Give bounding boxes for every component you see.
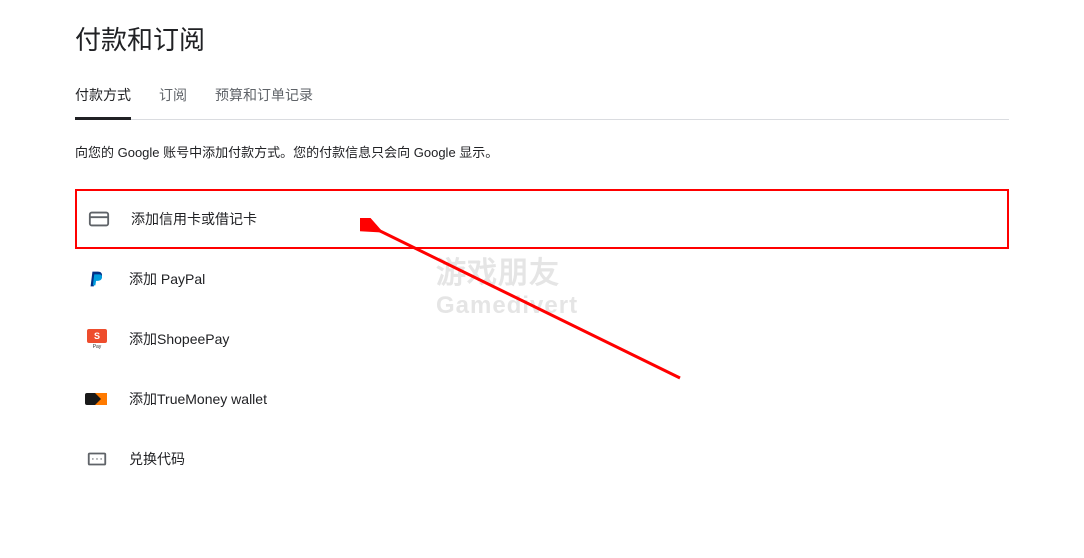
credit-card-icon — [87, 207, 111, 231]
tab-subscriptions[interactable]: 订阅 — [159, 85, 187, 119]
shopeepay-icon: S Pay — [85, 327, 109, 351]
option-add-credit-card[interactable]: 添加信用卡或借记卡 — [75, 189, 1009, 249]
option-label: 添加 PayPal — [129, 269, 205, 289]
option-label: 添加信用卡或借记卡 — [131, 209, 257, 229]
paypal-icon — [85, 267, 109, 291]
svg-text:Pay: Pay — [93, 344, 102, 349]
payment-description: 向您的 Google 账号中添加付款方式。您的付款信息只会向 Google 显示… — [75, 142, 1009, 161]
option-label: 兑换代码 — [129, 449, 185, 469]
option-label: 添加TrueMoney wallet — [129, 389, 267, 409]
option-label: 添加ShopeePay — [129, 329, 229, 349]
truemoney-icon — [85, 387, 109, 411]
option-add-truemoney[interactable]: 添加TrueMoney wallet — [75, 369, 1009, 429]
tabs: 付款方式 订阅 预算和订单记录 — [75, 85, 1009, 120]
tab-payment-methods[interactable]: 付款方式 — [75, 85, 131, 119]
option-add-shopeepay[interactable]: S Pay 添加ShopeePay — [75, 309, 1009, 369]
redeem-code-icon — [85, 447, 109, 471]
svg-text:S: S — [94, 331, 100, 341]
tab-budget-history[interactable]: 预算和订单记录 — [215, 85, 313, 119]
page-title: 付款和订阅 — [75, 20, 1009, 57]
option-add-paypal[interactable]: 添加 PayPal — [75, 249, 1009, 309]
option-redeem-code[interactable]: 兑换代码 — [75, 429, 1009, 489]
